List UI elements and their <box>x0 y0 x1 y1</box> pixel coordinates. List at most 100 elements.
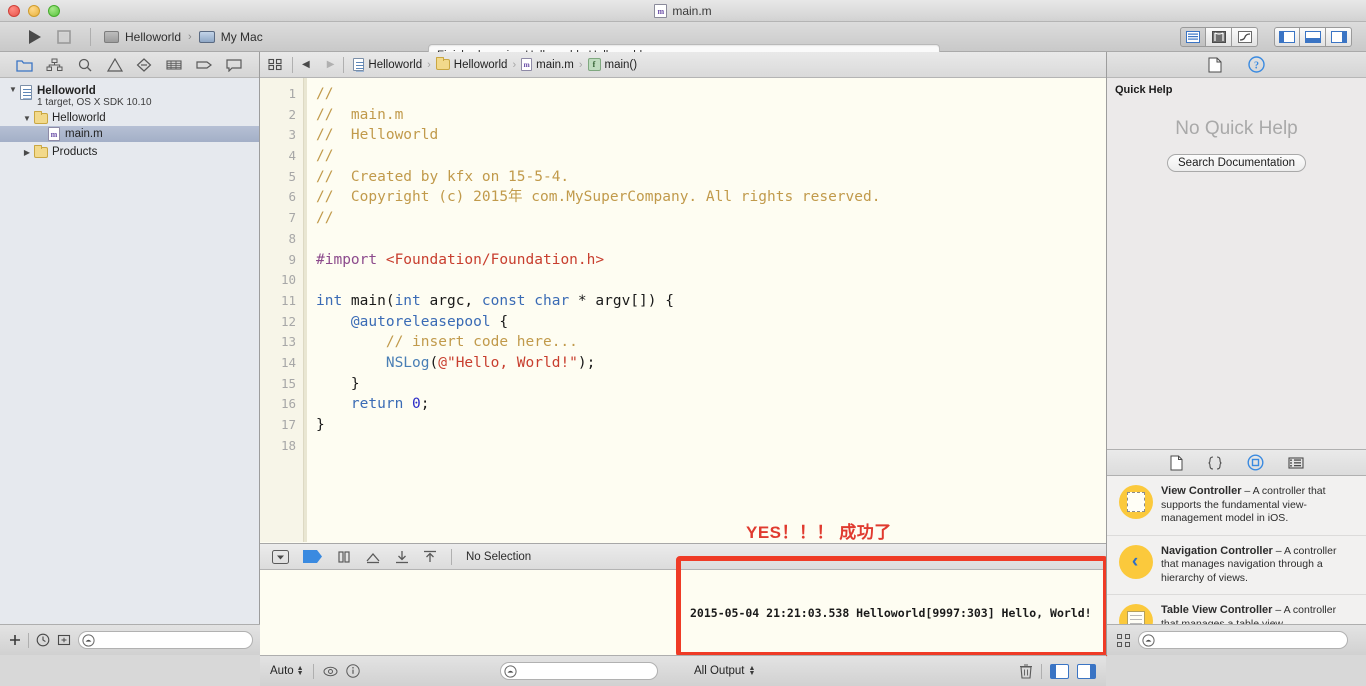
code-line: 14 NSLog(@"Hello, World!"); <box>260 353 1106 374</box>
code-line: 13 // insert code here... <box>260 332 1106 353</box>
tree-item-main-m[interactable]: m main.m <box>0 126 259 142</box>
line-number: 9 <box>288 251 296 267</box>
chevron-right-icon: › <box>512 58 517 71</box>
variables-filter-field[interactable] <box>500 662 658 680</box>
project-navigator-tab[interactable] <box>15 56 35 74</box>
stop-button[interactable] <box>54 27 74 47</box>
find-navigator-tab[interactable] <box>75 56 95 74</box>
stack-frame-label: No Selection <box>466 550 532 563</box>
add-button[interactable] <box>9 634 21 646</box>
utilities-footer <box>1107 624 1366 655</box>
debugbar-divider <box>451 548 452 565</box>
console-output[interactable]: 2015-05-04 21:21:03.538 Helloworld[9997:… <box>260 570 1106 664</box>
stepper-icon[interactable]: ▲ ▼ <box>749 665 756 677</box>
breadcrumb-symbol[interactable]: f main() <box>587 58 637 71</box>
run-button[interactable] <box>24 27 44 47</box>
jumpbar-divider <box>343 56 345 73</box>
report-navigator-tab[interactable] <box>224 56 244 74</box>
inspector-tab-bar: ? <box>1107 52 1366 78</box>
project-root-row[interactable]: Helloworld 1 target, OS X SDK 10.10 <box>0 84 259 110</box>
debug-area-toggle-button[interactable] <box>1300 27 1326 47</box>
object-library-tab[interactable] <box>1246 454 1264 471</box>
source-editor[interactable]: 1 // 2 // main.m 3 // Helloworld 4 // 5 // Create… <box>260 78 1106 542</box>
jump-bar: ◀ ▶ Helloworld › Helloworld › m main.m ›… <box>260 52 1106 78</box>
navigator-filter-input[interactable] <box>95 634 245 646</box>
stepper-icon[interactable]: ▲ ▼ <box>297 665 304 677</box>
show-variables-button[interactable] <box>323 665 338 678</box>
media-library-tab[interactable] <box>1287 456 1304 470</box>
library-item-title: Table View Controller <box>1161 604 1273 616</box>
disclosure-triangle-icon[interactable] <box>20 148 34 157</box>
step-into-button[interactable] <box>395 550 409 564</box>
library-filter-input[interactable] <box>1155 634 1341 646</box>
library-filter-field[interactable] <box>1138 631 1348 649</box>
search-documentation-button[interactable]: Search Documentation <box>1167 154 1306 172</box>
quick-help-inspector-tab[interactable]: ? <box>1248 56 1265 73</box>
statusbar-divider <box>1041 663 1042 679</box>
line-number: 7 <box>288 210 296 226</box>
tree-item-helloworld-group[interactable]: Helloworld <box>0 110 259 126</box>
variables-filter-input[interactable] <box>517 665 649 677</box>
source-control-filter-button[interactable] <box>57 633 71 647</box>
auto-label: Auto <box>270 665 294 677</box>
console-line: 2015-05-04 21:21:03.538 Helloworld[9997:… <box>690 606 1092 620</box>
activate-breakpoints-button[interactable] <box>303 550 323 563</box>
file-inspector-tab[interactable] <box>1208 57 1222 73</box>
disclosure-triangle-icon[interactable] <box>6 85 20 94</box>
scheme-selector[interactable]: Helloworld › My Mac <box>104 26 263 48</box>
annotation-text: YES！！！ 成功了 <box>746 523 892 542</box>
library-item-dash: – <box>1272 604 1284 616</box>
navigator-filter-field[interactable] <box>78 631 253 649</box>
tree-item-products[interactable]: Products <box>0 144 259 160</box>
output-scope-selector[interactable]: All Output ▲ ▼ <box>694 665 755 677</box>
file-template-library-tab[interactable] <box>1170 455 1183 471</box>
auto-scheme-selector[interactable]: Auto ▲ ▼ <box>270 665 304 677</box>
forward-button[interactable]: ▶ <box>327 59 335 70</box>
recent-files-filter-button[interactable] <box>36 633 50 647</box>
m-file-icon: m <box>48 127 60 141</box>
destination-mac-icon <box>198 31 215 43</box>
code-line: 3 // Helloworld <box>260 125 1106 146</box>
step-out-button[interactable] <box>423 550 437 564</box>
assistant-editor-button[interactable] <box>1206 27 1232 47</box>
code-line: 15 } <box>260 374 1106 395</box>
code-line: 8 <box>260 229 1106 250</box>
breadcrumb-project[interactable]: Helloworld <box>353 58 422 71</box>
list-item[interactable]: View Controller – A controller that supp… <box>1107 476 1366 536</box>
line-number: 2 <box>288 106 296 122</box>
scheme-project-icon <box>104 31 119 43</box>
breadcrumb-file[interactable]: m main.m <box>521 58 574 71</box>
library-grid-view-icon[interactable] <box>1117 633 1130 647</box>
navigator-toggle-button[interactable] <box>1274 27 1300 47</box>
disclosure-triangle-icon[interactable] <box>20 114 34 123</box>
hide-debug-area-button[interactable] <box>272 549 289 564</box>
code-text: // Copyright (c) 2015年 com.MySuperCompan… <box>316 189 881 206</box>
variables-pane-toggle[interactable] <box>1050 663 1069 679</box>
related-items-icon[interactable] <box>268 58 283 71</box>
console-pane-toggle[interactable] <box>1077 663 1096 679</box>
step-over-button[interactable] <box>365 550 381 564</box>
code-text: // <box>316 148 334 165</box>
utilities-toggle-button[interactable] <box>1326 27 1352 47</box>
info-button[interactable] <box>345 664 360 678</box>
trash-icon[interactable] <box>1019 663 1033 679</box>
chevron-right-icon: › <box>578 58 583 71</box>
code-snippet-library-tab[interactable] <box>1207 455 1223 471</box>
breakpoint-navigator-tab[interactable] <box>194 56 214 74</box>
issue-navigator-tab[interactable] <box>105 56 125 74</box>
quick-help-section: Quick Help No Quick Help Search Document… <box>1107 78 1366 450</box>
standard-editor-button[interactable] <box>1180 27 1206 47</box>
project-icon <box>353 58 365 71</box>
version-editor-button[interactable] <box>1232 27 1258 47</box>
symbol-navigator-tab[interactable] <box>45 56 65 74</box>
line-number: 1 <box>288 86 296 101</box>
line-number: 6 <box>288 189 296 205</box>
debug-navigator-tab[interactable] <box>164 56 184 74</box>
list-item[interactable]: ‹ Navigation Controller – A controller t… <box>1107 536 1366 595</box>
test-navigator-tab[interactable] <box>134 56 154 74</box>
pause-button[interactable] <box>337 550 351 564</box>
line-number: 5 <box>288 168 296 184</box>
navigator-tab-bar <box>0 52 259 78</box>
back-button[interactable]: ◀ <box>302 59 310 70</box>
breadcrumb-group[interactable]: Helloworld <box>435 57 507 71</box>
